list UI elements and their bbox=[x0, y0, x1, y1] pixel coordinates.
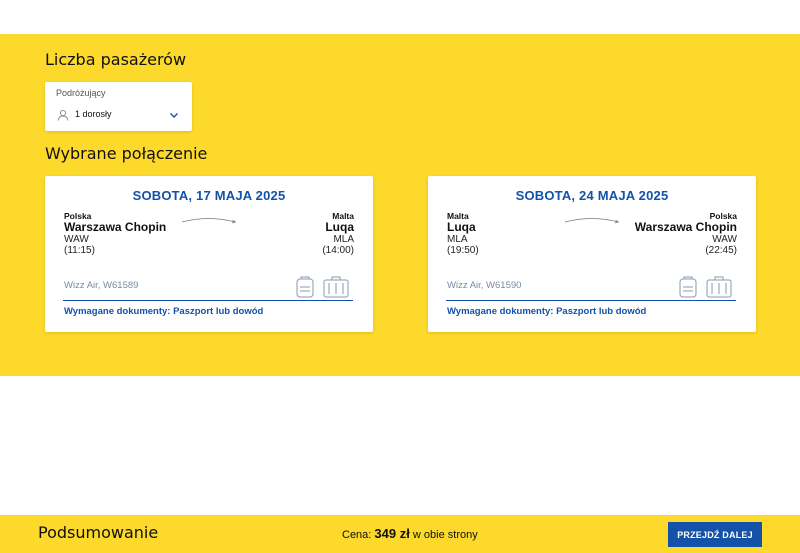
flight-date: SOBOTA, 17 MAJA 2025 bbox=[132, 188, 286, 203]
flight-card-return: SOBOTA, 24 MAJA 2025 Malta Luqa MLA (19:… bbox=[428, 176, 756, 332]
required-documents: Wymagane dokumenty: Paszport lub dowód bbox=[447, 306, 647, 317]
destination-city: Warszawa Chopin bbox=[634, 220, 737, 234]
passenger-field-label: Podróżujący bbox=[56, 88, 106, 98]
chevron-down-icon[interactable] bbox=[169, 111, 179, 119]
suitcase-icon bbox=[706, 276, 732, 298]
flight-arc-icon bbox=[181, 218, 237, 224]
arrival-time: (14:00) bbox=[322, 245, 354, 256]
flight-card-outbound: SOBOTA, 17 MAJA 2025 Polska Warszawa Cho… bbox=[45, 176, 373, 332]
passengers-title: Liczba pasażerów bbox=[45, 50, 187, 69]
flight-number: Wizz Air, W61590 bbox=[447, 280, 522, 291]
summary-title: Podsumowanie bbox=[38, 523, 159, 542]
passenger-selector[interactable]: Podróżujący 1 dorosły bbox=[45, 82, 192, 131]
flight-date: SOBOTA, 24 MAJA 2025 bbox=[515, 188, 669, 203]
divider bbox=[446, 300, 736, 301]
passenger-count-value: 1 dorosły bbox=[75, 109, 112, 119]
backpack-icon bbox=[296, 276, 314, 298]
flight-number: Wizz Air, W61589 bbox=[64, 280, 139, 291]
backpack-icon bbox=[679, 276, 697, 298]
origin-city: Warszawa Chopin bbox=[64, 220, 167, 234]
price-suffix: w obie strony bbox=[412, 529, 478, 541]
suitcase-icon bbox=[323, 276, 349, 298]
user-icon bbox=[57, 109, 69, 121]
destination-city: Luqa bbox=[325, 220, 354, 234]
flight-arc-icon bbox=[564, 218, 620, 224]
arrival-time: (22:45) bbox=[705, 245, 737, 256]
departure-time: (19:50) bbox=[447, 245, 479, 256]
origin-city: Luqa bbox=[447, 220, 476, 234]
baggage-icons bbox=[296, 276, 349, 298]
price-prefix: Cena: bbox=[342, 529, 372, 541]
destination-code: MLA bbox=[333, 234, 354, 245]
next-button[interactable]: PRZEJDŹ DALEJ bbox=[668, 522, 762, 547]
required-documents: Wymagane dokumenty: Paszport lub dowód bbox=[64, 306, 264, 317]
origin-code: MLA bbox=[447, 234, 468, 245]
origin-code: WAW bbox=[64, 234, 89, 245]
divider bbox=[63, 300, 353, 301]
departure-time: (11:15) bbox=[64, 245, 95, 256]
selected-connection-title: Wybrane połączenie bbox=[45, 144, 208, 163]
top-bar bbox=[0, 0, 800, 34]
destination-code: WAW bbox=[712, 234, 737, 245]
baggage-icons bbox=[679, 276, 732, 298]
price-value: 349 zł bbox=[374, 526, 410, 541]
price-summary: Cena: 349 zł w obie strony bbox=[342, 526, 478, 541]
summary-bar: Podsumowanie Cena: 349 zł w obie strony … bbox=[0, 515, 800, 553]
